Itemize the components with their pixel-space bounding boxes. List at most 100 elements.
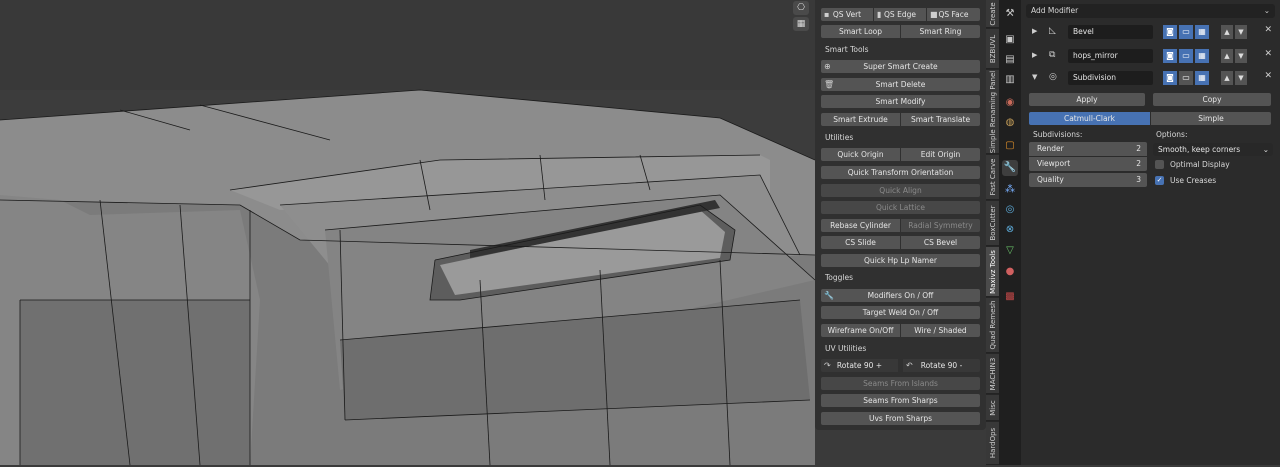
move-up-icon[interactable]: ▲ xyxy=(1221,49,1233,63)
move-down-icon[interactable]: ▼ xyxy=(1235,25,1247,39)
viewport-levels-field[interactable]: Viewport 2 xyxy=(1029,157,1147,171)
tab-machin3[interactable]: MACHIN3 xyxy=(986,354,999,394)
close-icon[interactable]: ✕ xyxy=(1264,25,1272,35)
render-toggle-icon[interactable]: ◙ xyxy=(1163,25,1177,39)
physics-icon[interactable]: ◎ xyxy=(1002,202,1018,218)
close-icon[interactable]: ✕ xyxy=(1264,49,1272,59)
uvs-from-sharps-button[interactable]: Uvs From Sharps xyxy=(821,412,980,425)
toggles-header: Toggles xyxy=(825,273,854,282)
quick-transform-orientation-button[interactable]: Quick Transform Orientation xyxy=(821,166,980,179)
tab-bzbuvl[interactable]: BZBUVL xyxy=(986,29,999,69)
smart-ring-button[interactable]: Smart Ring xyxy=(901,25,980,38)
render-levels-field[interactable]: Render 2 xyxy=(1029,142,1147,156)
collapse-arrow-icon[interactable]: ▼ xyxy=(1032,73,1037,81)
mirror-icon: ⧉ xyxy=(1049,50,1056,60)
smart-extrude-button[interactable]: Smart Extrude xyxy=(821,113,900,126)
tab-hardops[interactable]: HardOps xyxy=(986,422,999,465)
expand-arrow-icon[interactable]: ▶ xyxy=(1032,51,1037,59)
move-up-icon[interactable]: ▲ xyxy=(1221,25,1233,39)
quality-field[interactable]: Quality 3 xyxy=(1029,173,1147,187)
smart-translate-button[interactable]: Smart Translate xyxy=(901,113,980,126)
tab-maxivz-tools[interactable]: Maxivz Tools xyxy=(986,247,999,297)
quick-origin-button[interactable]: Quick Origin xyxy=(821,148,900,161)
edge-icon: ▮ xyxy=(877,10,882,19)
close-icon[interactable]: ✕ xyxy=(1264,71,1272,81)
render-toggle-icon[interactable]: ◙ xyxy=(1163,49,1177,63)
data-icon[interactable]: ▽ xyxy=(1002,243,1018,259)
smart-modify-button[interactable]: Smart Modify xyxy=(821,95,980,108)
qs-vert-button[interactable]: ▪ QS Vert xyxy=(821,8,873,21)
tab-fast-carve[interactable]: Fast Carve xyxy=(986,155,999,200)
render-toggle-icon[interactable]: ◙ xyxy=(1163,71,1177,85)
tab-misc[interactable]: Misc xyxy=(986,395,999,421)
move-down-icon[interactable]: ▼ xyxy=(1235,71,1247,85)
copy-button[interactable]: Copy xyxy=(1153,93,1271,106)
expand-arrow-icon[interactable]: ▶ xyxy=(1032,27,1037,35)
wireframe-on-off-button[interactable]: Wireframe On/Off xyxy=(821,324,900,337)
rebase-cylinder-button[interactable]: Rebase Cylinder xyxy=(821,219,900,232)
catmull-clark-toggle[interactable]: Catmull-Clark xyxy=(1029,112,1150,125)
world-icon[interactable]: ◍ xyxy=(1002,115,1018,131)
particles-icon[interactable]: ⁂ xyxy=(1002,182,1018,198)
quick-lattice-button[interactable]: Quick Lattice xyxy=(821,201,980,214)
viewport-toggle-icon[interactable]: ▭ xyxy=(1179,49,1193,63)
editmode-toggle-icon[interactable]: ▦ xyxy=(1195,71,1209,85)
material-icon[interactable]: ● xyxy=(1002,264,1018,280)
scene-icon[interactable]: ◉ xyxy=(1002,95,1018,111)
qs-face-button[interactable]: ■ QS Face xyxy=(927,8,980,21)
quick-hp-lp-namer-button[interactable]: Quick Hp Lp Namer xyxy=(821,254,980,267)
move-up-icon[interactable]: ▲ xyxy=(1221,71,1233,85)
use-creases-checkbox[interactable]: ✓ xyxy=(1155,176,1164,185)
target-weld-on-off-button[interactable]: Target Weld On / Off xyxy=(821,306,980,319)
rotate-minus-button[interactable]: ↶ Rotate 90 - xyxy=(903,359,980,372)
face-icon: ■ xyxy=(930,10,938,19)
wire-shaded-button[interactable]: Wire / Shaded xyxy=(901,324,980,337)
move-down-icon[interactable]: ▼ xyxy=(1235,49,1247,63)
trash-icon: 🗑 xyxy=(824,80,835,89)
apply-button[interactable]: Apply xyxy=(1029,93,1145,106)
editmode-toggle-icon[interactable]: ▦ xyxy=(1195,25,1209,39)
3d-viewport[interactable]: ⎔ ▦ xyxy=(0,0,816,466)
viewport-toggle-icon[interactable]: ▭ xyxy=(1179,71,1193,85)
simple-toggle[interactable]: Simple xyxy=(1151,112,1271,125)
cs-bevel-button[interactable]: CS Bevel xyxy=(901,236,980,249)
add-modifier-dropdown[interactable]: Add Modifier ⌄ xyxy=(1026,4,1275,18)
view-layer-icon[interactable]: ▥ xyxy=(1002,72,1018,88)
bevel-icon: ◺ xyxy=(1049,26,1056,36)
viewport-toggle-icon[interactable]: ▭ xyxy=(1179,25,1193,39)
tab-simple-renaming-panel[interactable]: Simple Renaming Panel xyxy=(986,70,999,154)
grid-icon[interactable]: ▦ xyxy=(793,17,809,31)
qs-edge-button[interactable]: ▮ QS Edge xyxy=(874,8,926,21)
tab-create[interactable]: Create xyxy=(986,0,999,28)
constraints-icon[interactable]: ⊗ xyxy=(1002,222,1018,238)
vertex-icon: ▪ xyxy=(824,10,830,19)
modifier-wrench-icon[interactable]: 🔧 xyxy=(1002,160,1018,176)
output-icon[interactable]: ▤ xyxy=(1002,52,1018,68)
tab-boxcutter[interactable]: BoxCutter xyxy=(986,201,999,246)
smart-loop-button[interactable]: Smart Loop xyxy=(821,25,900,38)
edit-origin-button[interactable]: Edit Origin xyxy=(901,148,980,161)
chevron-down-icon: ⌄ xyxy=(1263,6,1270,15)
tool-icon[interactable]: ⚒ xyxy=(1002,6,1018,22)
quick-align-button[interactable]: Quick Align xyxy=(821,184,980,197)
cs-slide-button[interactable]: CS Slide xyxy=(821,236,900,249)
rotate-plus-button[interactable]: ↷ Rotate 90 + xyxy=(821,359,898,372)
smart-delete-button[interactable]: 🗑 Smart Delete xyxy=(821,78,980,91)
texture-icon[interactable]: ▩ xyxy=(1002,289,1018,305)
object-icon[interactable]: ▢ xyxy=(1002,138,1018,154)
modifier-name-field[interactable]: Bevel xyxy=(1068,25,1153,39)
modifier-name-field[interactable]: Subdivision xyxy=(1068,71,1153,85)
modifier-name-field[interactable]: hops_mirror xyxy=(1068,49,1153,63)
seams-from-sharps-button[interactable]: Seams From Sharps xyxy=(821,394,980,407)
radial-symmetry-button[interactable]: Radial Symmetry xyxy=(901,219,980,232)
modifiers-on-off-button[interactable]: 🔧 Modifiers On / Off xyxy=(821,289,980,302)
camera-icon[interactable]: ⎔ xyxy=(793,1,809,15)
tab-quad-remesh[interactable]: Quad Remesh xyxy=(986,298,999,353)
editmode-toggle-icon[interactable]: ▦ xyxy=(1195,49,1209,63)
seams-from-islands-button[interactable]: Seams From Islands xyxy=(821,377,980,390)
uv-smooth-dropdown[interactable]: Smooth, keep corners ⌄ xyxy=(1153,143,1273,156)
optimal-display-checkbox[interactable] xyxy=(1155,160,1164,169)
super-smart-create-button[interactable]: ⊕ Super Smart Create xyxy=(821,60,980,73)
smart-tools-header: Smart Tools xyxy=(825,45,869,54)
render-icon[interactable]: ▣ xyxy=(1002,32,1018,48)
